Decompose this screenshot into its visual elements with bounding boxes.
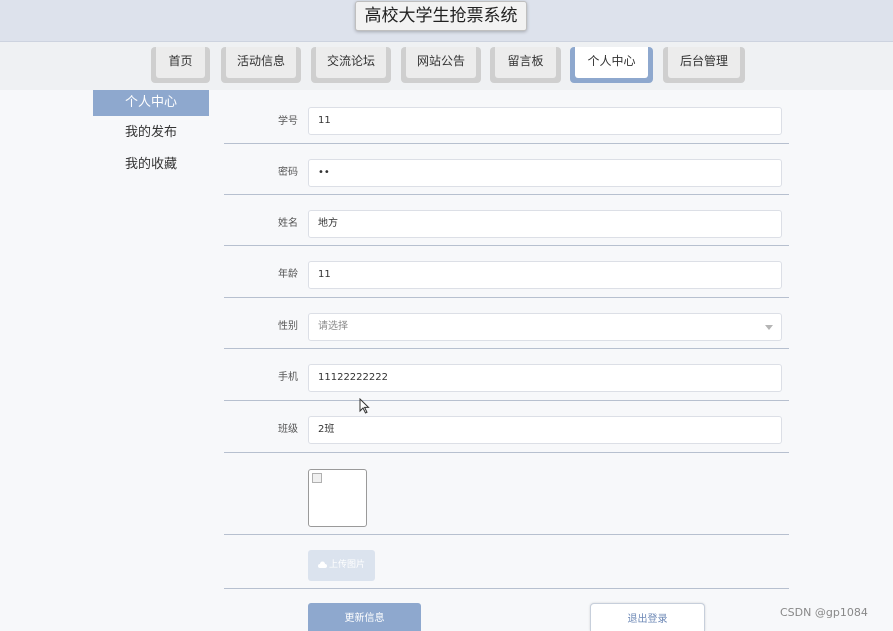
nav-tab-label: 后台管理 [668,47,740,78]
nav-tab-label: 个人中心 [575,47,648,78]
nav-tab-activities[interactable]: 活动信息 [221,47,301,83]
nav-tab-home[interactable]: 首页 [151,47,210,83]
form-row-gender: 性别 请选择 [224,298,789,349]
nav-tab-forum[interactable]: 交流论坛 [311,47,391,83]
form-row-name: 姓名 地方 [224,195,789,246]
nav-tab-personal-center[interactable]: 个人中心 [570,47,653,83]
age-input[interactable]: 11 [308,261,782,289]
phone-input[interactable]: 11122222222 [308,364,782,392]
gender-select-placeholder: 请选择 [318,321,348,332]
sidebar-item-my-favorites[interactable]: 我的收藏 [93,152,209,178]
form-row-age: 年龄 11 [224,246,789,298]
class-label: 班级 [278,424,298,435]
name-input[interactable]: 地方 [308,210,782,238]
student-id-label: 学号 [278,116,298,127]
upload-image-label: 上传图片 [328,560,365,570]
phone-label: 手机 [278,372,298,383]
form-row-upload: 上传图片 [224,535,789,589]
watermark-text: CSDN @gp1084 [780,606,868,619]
nav-tab-label: 首页 [156,47,205,78]
cloud-upload-icon [317,561,327,568]
logout-button[interactable]: 退出登录 [590,603,705,631]
site-title: 高校大学生抢票系统 [355,1,527,31]
upload-image-button[interactable]: 上传图片 [308,550,375,581]
form-row-phone: 手机 11122222222 [224,349,789,401]
class-input[interactable]: 2班 [308,416,782,444]
password-input[interactable]: •• [308,159,782,187]
nav-tab-label: 活动信息 [226,47,296,78]
nav-tab-message-board[interactable]: 留言板 [490,47,561,83]
nav-tab-label: 交流论坛 [316,47,386,78]
sidebar-item-my-posts[interactable]: 我的发布 [93,120,209,146]
form-row-avatar [224,453,789,535]
mouse-cursor-icon [359,398,370,414]
age-label: 年龄 [278,269,298,280]
nav-tab-admin[interactable]: 后台管理 [663,47,745,83]
form-row-password: 密码 •• [224,144,789,195]
top-nav: 首页 活动信息 交流论坛 网站公告 留言板 个人中心 后台管理 [0,42,893,90]
gender-label: 性别 [278,321,298,332]
nav-tab-label: 网站公告 [406,47,476,78]
form-row-student-id: 学号 11 [224,92,789,144]
name-label: 姓名 [278,218,298,229]
student-id-input[interactable]: 11 [308,107,782,135]
update-info-button[interactable]: 更新信息 [308,603,421,631]
avatar-image [308,469,367,527]
gender-select[interactable]: 请选择 [308,313,782,341]
nav-tab-label: 留言板 [495,47,556,78]
nav-tab-announcements[interactable]: 网站公告 [401,47,481,83]
form-row-class: 班级 2班 [224,401,789,453]
header-bar: 高校大学生抢票系统 [0,0,893,42]
password-label: 密码 [278,167,298,178]
sidebar-item-personal-center[interactable]: 个人中心 [93,90,209,116]
chevron-down-icon [765,325,773,330]
broken-image-icon [312,473,322,483]
